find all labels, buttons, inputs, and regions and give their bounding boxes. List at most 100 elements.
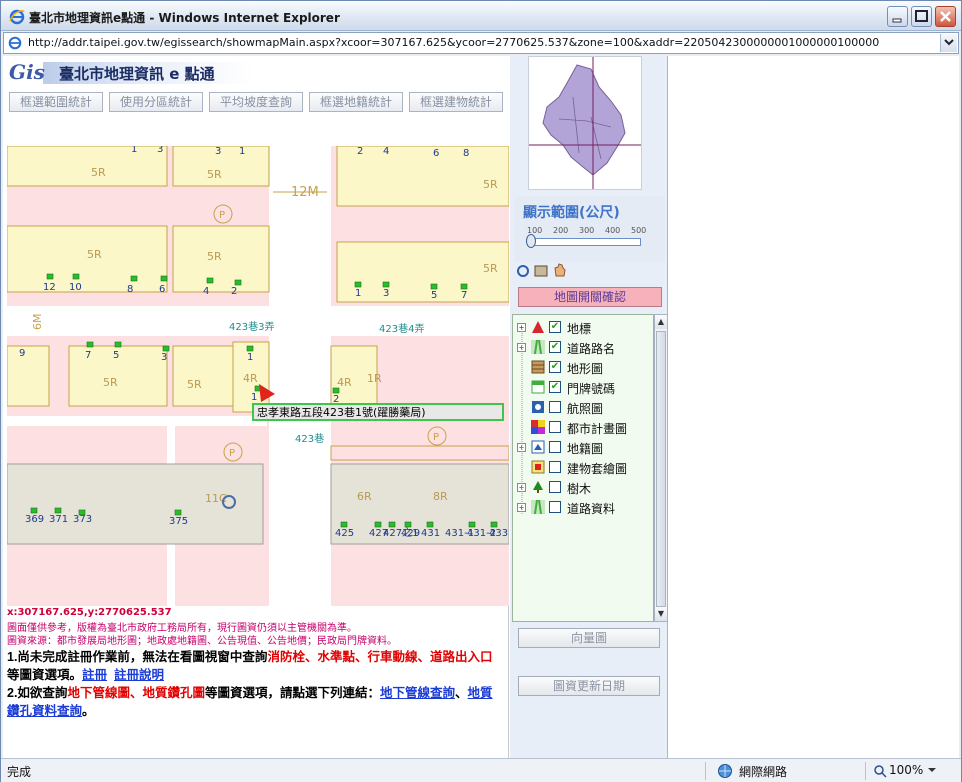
door-number: 3 bbox=[161, 352, 167, 363]
layer-checkbox[interactable]: ✔ bbox=[549, 341, 561, 353]
floor-label: 5R bbox=[91, 166, 106, 179]
door-number: 375 bbox=[169, 516, 188, 527]
door-number: 1 bbox=[251, 392, 257, 403]
data-update-date-button[interactable]: 圖資更新日期 bbox=[518, 676, 660, 696]
road-width-label: 12M bbox=[291, 185, 319, 200]
scroll-up-icon[interactable]: ▲ bbox=[655, 315, 667, 329]
road-icon bbox=[531, 340, 545, 354]
pan-hand-icon[interactable] bbox=[552, 262, 568, 278]
door-number: 10 bbox=[69, 282, 82, 293]
overview-button[interactable]: 向量圖 bbox=[518, 628, 660, 648]
door-number: 5 bbox=[431, 290, 437, 301]
layer-item-building[interactable]: 建物套繪圖 bbox=[517, 459, 655, 477]
pipeline-query-link[interactable]: 地下管線查詢 bbox=[380, 686, 455, 700]
layer-checkbox[interactable]: ✔ bbox=[549, 381, 561, 393]
floor-label: 5R bbox=[187, 378, 202, 391]
ie-icon bbox=[9, 9, 25, 25]
tree-icon bbox=[533, 481, 543, 493]
layer-checkbox[interactable] bbox=[549, 501, 561, 513]
overview-map[interactable] bbox=[528, 56, 642, 190]
landmark-icon bbox=[532, 321, 544, 333]
floor-label: 5R bbox=[103, 376, 118, 389]
gis-logo: Gis bbox=[9, 60, 45, 84]
layer-item-road-data[interactable]: + 道路資料 bbox=[517, 499, 655, 517]
aerial-icon bbox=[532, 401, 544, 413]
layer-checkbox[interactable]: ✔ bbox=[549, 321, 561, 333]
map-view[interactable]: 12M 6M 423巷3弄 423巷4弄 423巷 5R 5R 5R 5R 5R… bbox=[7, 146, 509, 606]
scroll-down-icon[interactable]: ▼ bbox=[655, 607, 667, 621]
zoning-stat-button[interactable]: 使用分區統計 bbox=[109, 92, 203, 112]
window-title: 臺北市地理資訊e點通 - Windows Internet Explorer bbox=[29, 11, 340, 25]
layer-item-aerial[interactable]: 航照圖 bbox=[517, 399, 655, 417]
status-bar: 完成 網際網路 100% bbox=[1, 758, 961, 782]
map-canvas[interactable]: 12M 6M 423巷3弄 423巷4弄 423巷 5R 5R 5R 5R 5R… bbox=[7, 146, 509, 606]
layer-checkbox[interactable] bbox=[549, 441, 561, 453]
zoom-dropdown-icon[interactable] bbox=[927, 767, 937, 775]
road-width-left-label: 6M bbox=[31, 314, 44, 331]
blank-area bbox=[669, 56, 959, 758]
floor-label: 6R bbox=[357, 490, 372, 503]
layer-list-scrollbar[interactable]: ▲ ▼ bbox=[654, 314, 668, 622]
door-number: 371 bbox=[49, 514, 68, 525]
register-link[interactable]: 註冊 bbox=[82, 668, 107, 682]
site-banner: Gis 臺北市地理資訊 e 點通 bbox=[3, 56, 509, 90]
close-button[interactable] bbox=[935, 6, 956, 27]
lane-label-1: 423巷3弄 bbox=[229, 321, 274, 333]
door-number: 1 bbox=[131, 146, 137, 155]
parking-label: P bbox=[433, 432, 439, 443]
layer-item-cadastral[interactable]: + 地籍圖 bbox=[517, 439, 655, 457]
layer-checkbox[interactable]: ✔ bbox=[549, 361, 561, 373]
minimize-button[interactable] bbox=[887, 6, 908, 27]
layer-item-terrain[interactable]: ✔ 地形圖 bbox=[517, 359, 655, 377]
layer-item-tree[interactable]: + 樹木 bbox=[517, 479, 655, 497]
layer-checkbox[interactable] bbox=[549, 461, 561, 473]
parking-label: P bbox=[229, 448, 235, 459]
maximize-button[interactable] bbox=[911, 6, 932, 27]
status-text: 完成 bbox=[7, 765, 32, 779]
door-number: 4 bbox=[383, 146, 389, 157]
layer-checkbox[interactable] bbox=[549, 481, 561, 493]
floor-label: 4R bbox=[243, 372, 258, 385]
road-data-icon bbox=[531, 500, 545, 514]
floor-label: 8R bbox=[433, 490, 448, 503]
layer-checkbox[interactable] bbox=[549, 401, 561, 413]
door-number: 7 bbox=[85, 350, 91, 361]
map-toggle-confirm-button[interactable]: 地圖開關確認 bbox=[518, 287, 662, 307]
parking-label: P bbox=[219, 210, 225, 221]
slope-query-button[interactable]: 平均坡度查詢 bbox=[209, 92, 303, 112]
zoom-level[interactable]: 100% bbox=[889, 763, 923, 777]
address-bar[interactable]: http://addr.taipei.gov.tw/egissearch/sho… bbox=[3, 32, 959, 54]
zoom-icon[interactable] bbox=[873, 764, 887, 778]
floor-label: 5R bbox=[87, 248, 102, 261]
source-note: 圖資來源：都市發展局地形圖；地政處地籍圖、公告現值、公告地價；民政局門牌資料。 bbox=[7, 636, 397, 647]
door-number: 2 bbox=[357, 146, 363, 157]
refresh-icon[interactable] bbox=[516, 264, 530, 278]
scroll-thumb[interactable] bbox=[656, 331, 666, 607]
building-stat-button[interactable]: 框選建物統計 bbox=[409, 92, 503, 112]
layer-item-road-name[interactable]: + ✔ 道路路名 bbox=[517, 339, 655, 357]
scale-title: 顯示範圍(公尺) bbox=[523, 205, 620, 221]
door-number: 1 bbox=[355, 288, 361, 299]
scale-slider-handle[interactable] bbox=[526, 234, 536, 248]
door-number: 433 bbox=[489, 528, 508, 539]
browser-window: 臺北市地理資訊e點通 - Windows Internet Explorer h… bbox=[0, 0, 962, 782]
info-text: 1.尚未完成註冊作業前，無法在看圖視窗中查詢消防栓、水準點、行車動線、道路出入口… bbox=[7, 650, 493, 718]
layer-item-landmark[interactable]: + ✔ 地標 bbox=[517, 319, 655, 337]
door-number: 431 bbox=[421, 528, 440, 539]
scale-slider-track[interactable] bbox=[527, 238, 641, 246]
print-icon[interactable] bbox=[534, 264, 548, 278]
layer-item-doorplate[interactable]: ✔ 門牌號碼 bbox=[517, 379, 655, 397]
address-dropdown[interactable] bbox=[940, 34, 957, 52]
register-help-link[interactable]: 註冊說明 bbox=[114, 668, 164, 682]
range-stat-button[interactable]: 框選範圍統計 bbox=[9, 92, 103, 112]
url-text[interactable]: http://addr.taipei.gov.tw/egissearch/sho… bbox=[28, 36, 879, 49]
layer-item-urban-plan[interactable]: 都市計畫圖 bbox=[517, 419, 655, 437]
door-number: 3 bbox=[383, 288, 389, 299]
scale-control: 顯示範圍(公尺) 100 200 300 400 500 bbox=[515, 196, 665, 262]
door-number: 1 bbox=[247, 352, 253, 363]
floor-label: 5R bbox=[207, 168, 222, 181]
urban-plan-icon bbox=[531, 420, 545, 434]
layer-checkbox[interactable] bbox=[549, 421, 561, 433]
cadastral-stat-button[interactable]: 框選地籍統計 bbox=[309, 92, 403, 112]
chevron-down-icon bbox=[944, 39, 954, 46]
